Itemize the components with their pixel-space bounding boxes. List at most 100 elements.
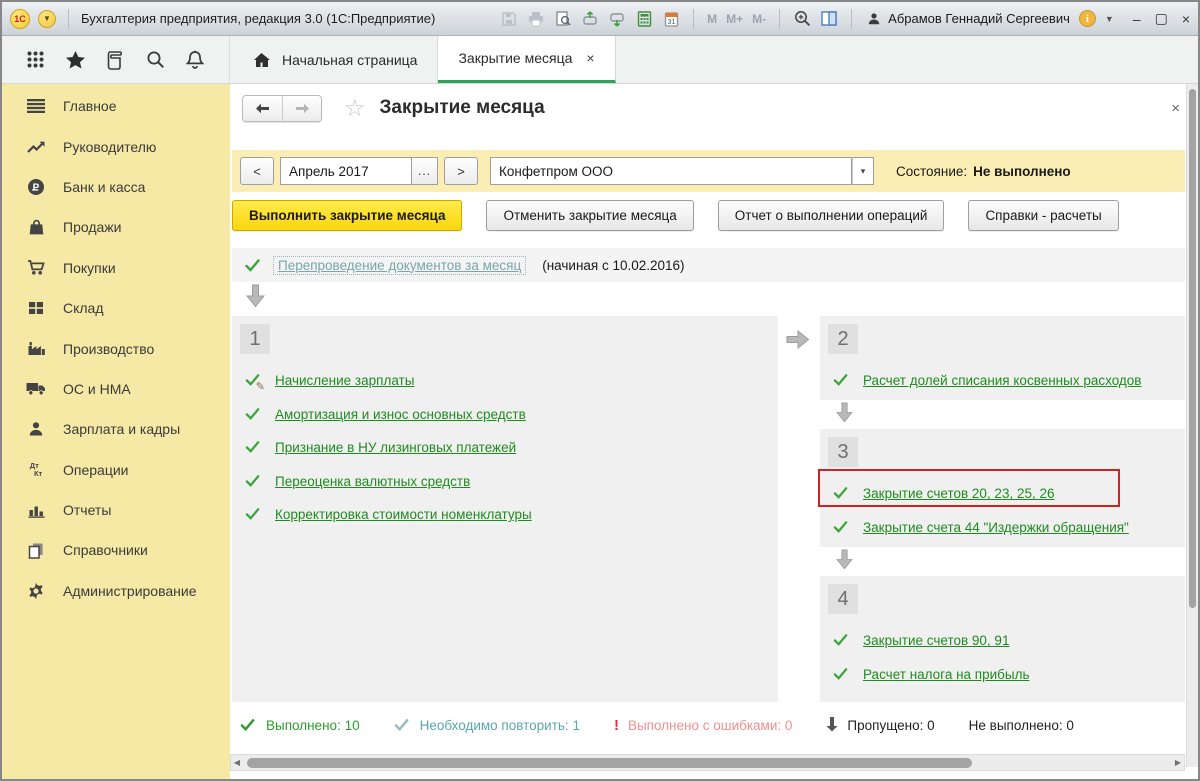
flow-right-arrow-icon <box>786 329 810 354</box>
sidebar-item-main[interactable]: Главное <box>2 86 230 126</box>
attach-file-icon[interactable] <box>581 10 599 28</box>
zoom-icon[interactable] <box>793 10 811 28</box>
sidebar-label: Склад <box>63 300 104 317</box>
sidebar-label: Администрирование <box>63 582 197 599</box>
period-input[interactable] <box>280 157 412 185</box>
company-dropdown-icon[interactable]: ▾ <box>852 157 874 185</box>
sidebar-label: ОС и НМА <box>63 380 131 397</box>
sidebar-item-reports[interactable]: Отчеты <box>2 490 230 530</box>
check-icon <box>244 257 261 274</box>
divider <box>851 8 853 29</box>
task-link-cost-adjustment[interactable]: Корректировка стоимости номенклатуры <box>275 507 532 522</box>
scroll-left-icon[interactable]: ◀ <box>231 758 243 767</box>
notifications-bell-icon[interactable] <box>184 49 206 71</box>
check-icon <box>245 406 262 423</box>
scrollbar-track[interactable] <box>243 755 1172 770</box>
horizontal-scrollbar[interactable]: ◀ ▶ <box>230 754 1185 771</box>
sidebar-item-directories[interactable]: Справочники <box>2 530 230 570</box>
sidebar-item-administration[interactable]: Администрирование <box>2 571 230 611</box>
person-icon <box>26 419 46 439</box>
exclamation-icon: ! <box>613 717 619 734</box>
info-icon[interactable]: i <box>1078 10 1096 27</box>
references-calculations-button[interactable]: Справки - расчеты <box>968 200 1119 231</box>
scroll-right-icon[interactable]: ▶ <box>1172 758 1184 767</box>
check-icon <box>833 519 850 536</box>
page-close-icon[interactable]: × <box>1171 100 1180 117</box>
notdone-value: 0 <box>1066 718 1074 733</box>
task-link-indirect-expenses[interactable]: Расчет долей списания косвенных расходов <box>863 373 1141 388</box>
history-icon[interactable] <box>104 49 126 71</box>
task-link-leasing[interactable]: Признание в НУ лизинговых платежей <box>275 440 516 455</box>
divider <box>779 8 781 29</box>
favorite-star-icon[interactable]: ☆ <box>344 94 366 122</box>
status-legend: Выполнено: 10 Необходимо повторить: 1 ! … <box>240 716 1174 735</box>
close-window-button[interactable]: × <box>1182 11 1190 27</box>
nav-back-button[interactable] <box>243 95 282 121</box>
task-row-currency-revaluation: Переоценка валютных средств <box>232 465 778 499</box>
system-menu-dropdown-icon[interactable]: ▼ <box>38 9 56 28</box>
cancel-closing-button[interactable]: Отменить закрытие месяца <box>486 200 694 231</box>
sidebar-item-warehouse[interactable]: Склад <box>2 288 230 328</box>
user-name: Абрамов Геннадий Сергеевич <box>888 11 1070 26</box>
tab-strip: Начальная страница Закрытие месяца × <box>2 36 1198 84</box>
sidebar-label: Зарплата и кадры <box>63 421 181 438</box>
calendar-icon[interactable]: 31 <box>662 10 680 28</box>
memory-m-button: M <box>707 11 718 26</box>
done-label: Выполнено: <box>266 718 341 733</box>
print-preview-icon[interactable] <box>554 10 572 28</box>
tab-close-icon[interactable]: × <box>586 50 594 66</box>
sidebar-label: Отчеты <box>63 502 112 519</box>
app-window: 1С ▼ Бухгалтерия предприятия, редакция 3… <box>0 0 1200 781</box>
task-link-close-20-23-25-26[interactable]: Закрытие счетов 20, 23, 25, 26 <box>863 486 1055 501</box>
execute-closing-button[interactable]: Выполнить закрытие месяца <box>232 200 463 231</box>
period-more-button[interactable]: ... <box>412 157 438 185</box>
check-icon <box>245 473 262 490</box>
sidebar-label: Справочники <box>63 542 148 559</box>
scrollbar-thumb[interactable] <box>247 758 972 768</box>
split-view-icon[interactable] <box>820 10 838 28</box>
current-user[interactable]: Абрамов Геннадий Сергеевич <box>865 10 1070 28</box>
info-dropdown-icon[interactable]: ▼ <box>1105 14 1114 24</box>
skip-arrow-icon <box>826 716 838 735</box>
print-icon <box>527 10 545 28</box>
task-link-income-tax[interactable]: Расчет налога на прибыль <box>863 667 1030 682</box>
search-icon[interactable] <box>144 49 166 71</box>
minimize-button[interactable]: – <box>1133 11 1141 27</box>
repeat-label: Необходимо повторить: <box>419 718 569 733</box>
operations-report-button[interactable]: Отчет о выполнении операций <box>717 200 945 231</box>
sidebar-item-operations[interactable]: Дт Кт Операции <box>2 450 230 490</box>
next-period-button[interactable]: > <box>444 157 478 185</box>
status-value: Не выполнено <box>973 163 1071 179</box>
tab-home[interactable]: Начальная страница <box>230 36 439 83</box>
prev-period-button[interactable]: < <box>240 157 274 185</box>
task-row-close-44: Закрытие счета 44 "Издержки обращения" <box>820 511 1185 545</box>
tab-month-closing[interactable]: Закрытие месяца × <box>438 36 616 83</box>
sidebar-item-sales[interactable]: Продажи <box>2 207 230 247</box>
task-link-depreciation[interactable]: Амортизация и износ основных средств <box>275 407 526 422</box>
memory-m-plus-button: M+ <box>726 11 744 26</box>
vertical-scrollbar[interactable] <box>1186 84 1198 767</box>
task-link-close-44[interactable]: Закрытие счета 44 "Издержки обращения" <box>863 520 1129 535</box>
calculator-icon[interactable] <box>635 10 653 28</box>
cart-icon <box>26 258 46 278</box>
company-select[interactable]: Конфетпром ООО <box>490 157 852 185</box>
scrollbar-thumb[interactable] <box>1189 89 1196 609</box>
sidebar-item-manager[interactable]: Руководителю <box>2 126 230 166</box>
sidebar-item-bank-cash[interactable]: P Банк и касса <box>2 167 230 207</box>
task-link-payroll[interactable]: Начисление зарплаты <box>275 373 414 388</box>
task-row-income-tax: Расчет налога на прибыль <box>820 658 1185 692</box>
task-link-close-90-91[interactable]: Закрытие счетов 90, 91 <box>863 633 1009 648</box>
task-row-close-90-91: Закрытие счетов 90, 91 <box>820 624 1185 658</box>
sidebar-item-production[interactable]: Производство <box>2 328 230 368</box>
apps-grid-icon[interactable] <box>25 49 47 71</box>
send-file-icon[interactable] <box>608 10 626 28</box>
task-row-indirect-expenses: Расчет долей списания косвенных расходов <box>820 364 1185 398</box>
sidebar-item-fixed-assets[interactable]: ОС и НМА <box>2 369 230 409</box>
reposting-link[interactable]: Перепроведение документов за месяц <box>273 255 527 275</box>
maximize-button[interactable]: ▢ <box>1155 10 1168 27</box>
sidebar-item-payroll-hr[interactable]: Зарплата и кадры <box>2 409 230 449</box>
stage-block-3: 3 Закрытие счетов 20, 23, 25, 26 Закрыти… <box>818 429 1185 547</box>
favorites-star-icon[interactable] <box>65 49 87 71</box>
sidebar-item-purchases[interactable]: Покупки <box>2 248 230 288</box>
task-link-currency-revaluation[interactable]: Переоценка валютных средств <box>275 474 470 489</box>
